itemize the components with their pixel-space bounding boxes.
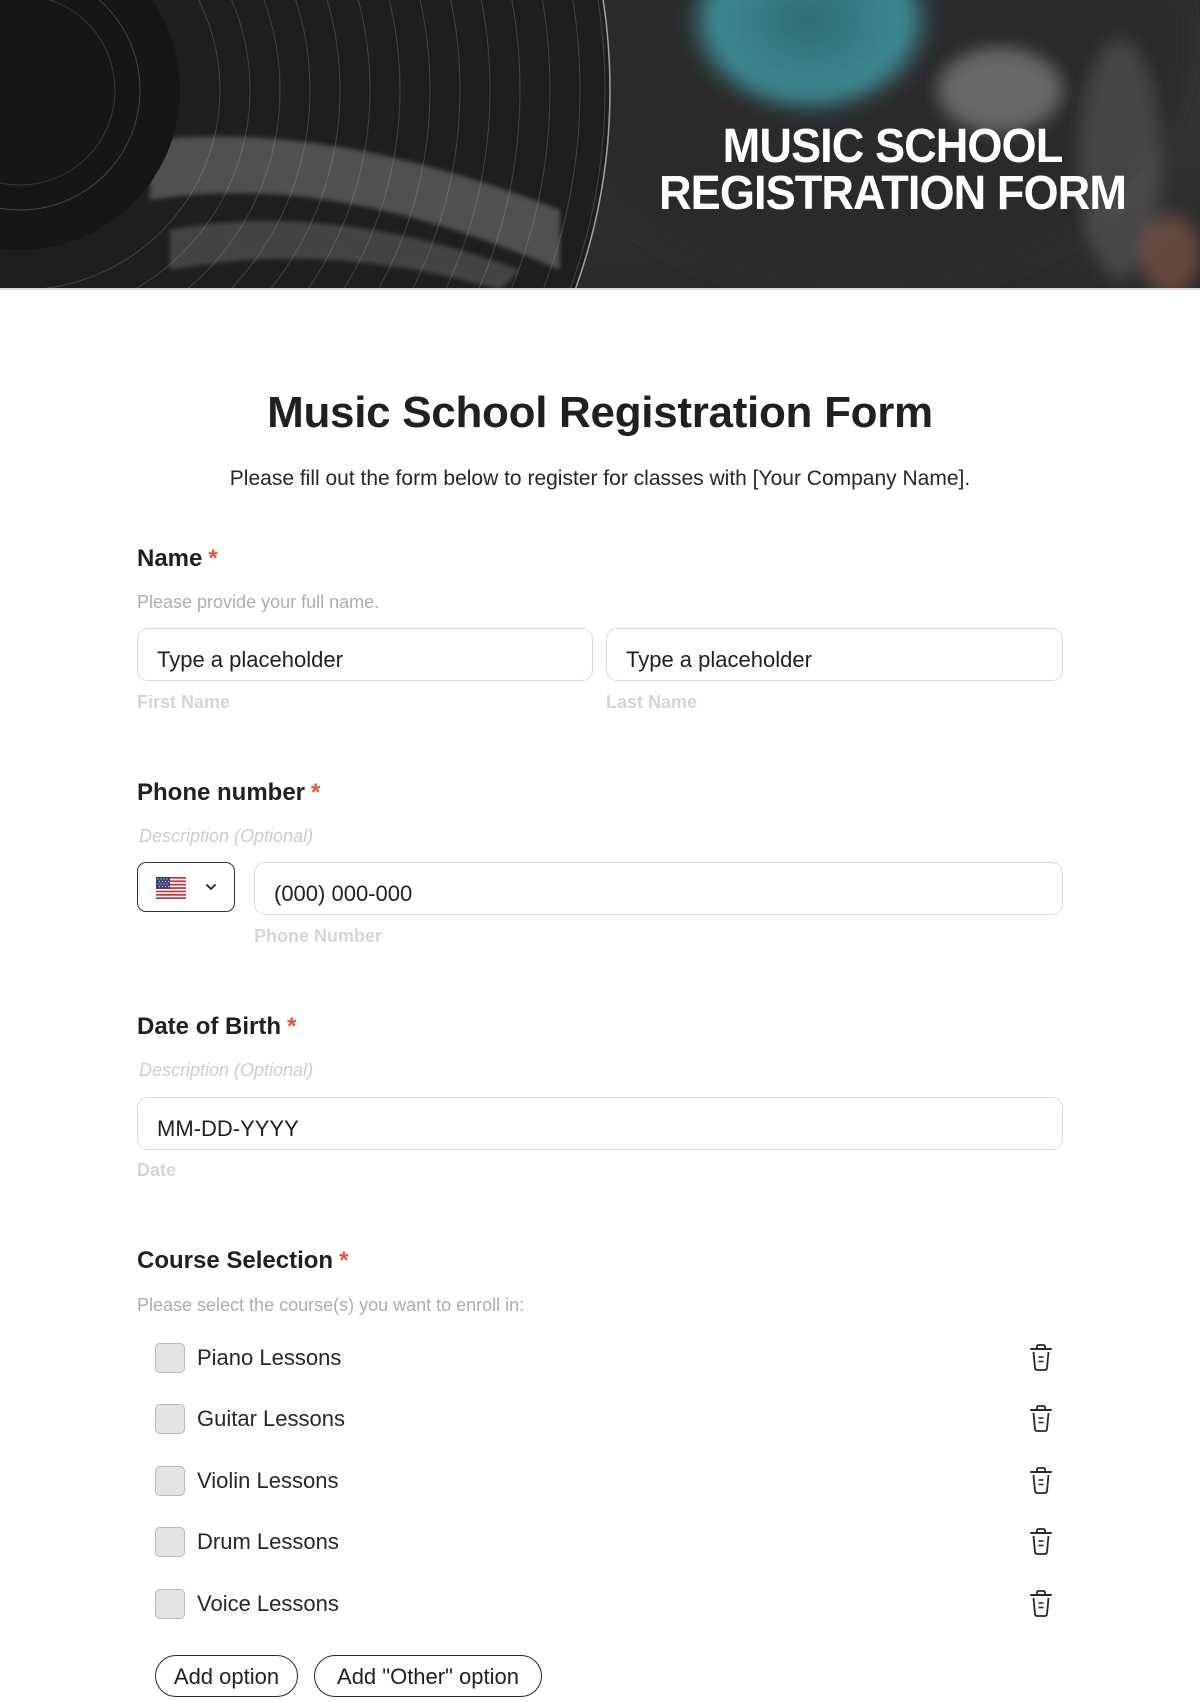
course-option: Violin Lessons bbox=[155, 1464, 1055, 1498]
course-option-label: Violin Lessons bbox=[197, 1468, 339, 1493]
first-name-sublabel: First Name bbox=[137, 692, 231, 712]
dob-label-text: Date of Birth bbox=[137, 1013, 281, 1040]
course-description: Please select the course(s) you want to … bbox=[137, 1295, 525, 1315]
banner-title-line-2: REGISTRATION FORM bbox=[659, 167, 1127, 220]
dob-description: Description (Optional) bbox=[139, 1060, 314, 1080]
country-code-select[interactable] bbox=[137, 862, 235, 912]
chevron-down-icon bbox=[206, 884, 216, 890]
name-field-label: Name * bbox=[137, 545, 218, 573]
course-option: Voice Lessons bbox=[155, 1587, 1055, 1621]
trash-icon[interactable] bbox=[1027, 1527, 1055, 1557]
phone-label-text: Phone number bbox=[137, 779, 306, 806]
us-flag-icon bbox=[156, 877, 186, 899]
form-title: Music School Registration Form bbox=[267, 388, 933, 437]
form-subtitle: Please fill out the form below to regist… bbox=[229, 467, 971, 490]
phone-field-label: Phone number * bbox=[137, 779, 320, 807]
course-checkbox[interactable] bbox=[155, 1527, 185, 1557]
course-checkbox[interactable] bbox=[155, 1343, 185, 1373]
course-option-label: Guitar Lessons bbox=[197, 1406, 345, 1431]
add-other-option-button[interactable]: Add "Other" option bbox=[314, 1655, 542, 1697]
last-name-placeholder: Type a placeholder bbox=[626, 647, 812, 672]
phone-description: Description (Optional) bbox=[139, 826, 314, 846]
trash-icon[interactable] bbox=[1027, 1404, 1055, 1434]
add-option-button[interactable]: Add option bbox=[155, 1655, 298, 1697]
banner-title-line-1: MUSIC SCHOOL bbox=[722, 120, 1064, 173]
first-name-input[interactable]: Type a placeholder bbox=[137, 628, 593, 681]
last-name-sublabel: Last Name bbox=[606, 692, 698, 712]
dob-field-label: Date of Birth * bbox=[137, 1013, 296, 1041]
course-label-text: Course Selection bbox=[137, 1247, 334, 1274]
course-option: Guitar Lessons bbox=[155, 1402, 1055, 1436]
date-of-birth-input[interactable]: MM-DD-YYYY bbox=[137, 1097, 1063, 1150]
course-option: Piano Lessons bbox=[155, 1341, 1055, 1375]
course-option-label: Piano Lessons bbox=[197, 1345, 342, 1370]
header-banner: MUSIC SCHOOL REGISTRATION FORM bbox=[0, 0, 1200, 290]
course-option: Drum Lessons bbox=[155, 1525, 1055, 1559]
dob-placeholder: MM-DD-YYYY bbox=[157, 1116, 299, 1141]
course-option-label: Drum Lessons bbox=[197, 1529, 339, 1554]
banner-title: MUSIC SCHOOL REGISTRATION FORM bbox=[655, 120, 1130, 220]
course-field-label: Course Selection * bbox=[137, 1247, 348, 1275]
last-name-input[interactable]: Type a placeholder bbox=[606, 628, 1063, 681]
required-asterisk: * bbox=[311, 779, 321, 806]
trash-icon[interactable] bbox=[1027, 1343, 1055, 1373]
dob-sublabel: Date bbox=[137, 1160, 177, 1180]
trash-icon[interactable] bbox=[1027, 1466, 1055, 1496]
course-checkbox[interactable] bbox=[155, 1466, 185, 1496]
first-name-placeholder: Type a placeholder bbox=[157, 647, 343, 672]
banner-divider bbox=[0, 288, 1200, 290]
phone-placeholder: (000) 000-000 bbox=[274, 881, 413, 906]
phone-sublabel: Phone Number bbox=[254, 926, 383, 946]
name-description: Please provide your full name. bbox=[137, 592, 380, 612]
course-checkbox[interactable] bbox=[155, 1589, 185, 1619]
required-asterisk: * bbox=[287, 1013, 297, 1040]
name-label-text: Name bbox=[137, 545, 203, 572]
required-asterisk: * bbox=[208, 545, 218, 572]
phone-number-input[interactable]: (000) 000-000 bbox=[254, 862, 1063, 915]
course-checkbox[interactable] bbox=[155, 1404, 185, 1434]
course-option-label: Voice Lessons bbox=[197, 1591, 339, 1616]
trash-icon[interactable] bbox=[1027, 1589, 1055, 1619]
required-asterisk: * bbox=[339, 1247, 349, 1274]
